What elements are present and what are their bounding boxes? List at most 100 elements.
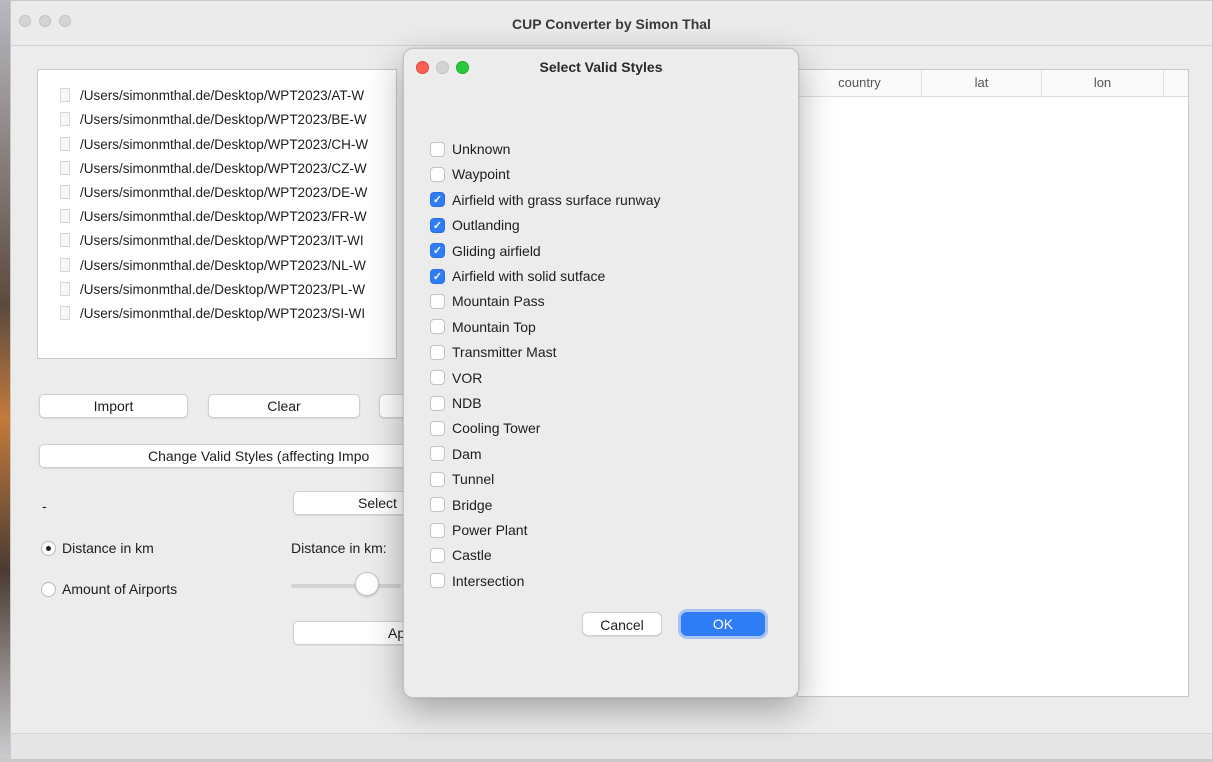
style-option-label: Transmitter Mast [452, 344, 557, 361]
style-option[interactable]: Tunnel [430, 468, 494, 490]
checkbox[interactable] [430, 547, 445, 563]
distance-slider-thumb[interactable] [355, 572, 379, 596]
file-path: /Users/simonmthal.de/Desktop/WPT2023/PL-… [80, 281, 366, 297]
document-icon [60, 161, 70, 175]
style-option-label: Tunnel [452, 471, 495, 488]
checkbox[interactable] [430, 293, 445, 309]
style-option[interactable]: Intersection [430, 570, 524, 592]
style-option[interactable]: Mountain Top [430, 316, 536, 338]
checkbox[interactable]: ✓ [430, 192, 445, 208]
distance-slider-track[interactable] [291, 584, 401, 588]
style-option[interactable]: Cooling Tower [430, 417, 540, 439]
checkbox[interactable] [430, 141, 445, 157]
column-header-lon[interactable]: lon [1042, 70, 1164, 96]
column-header-lat[interactable]: lat [922, 70, 1042, 96]
distance-radio-label[interactable]: Distance in km [62, 540, 154, 556]
select-button[interactable]: Select [293, 491, 419, 515]
file-list-item[interactable]: /Users/simonmthal.de/Desktop/WPT2023/SI-… [60, 301, 365, 325]
amount-of-airports-radio[interactable] [41, 582, 56, 597]
style-option[interactable]: Unknown [430, 138, 510, 160]
file-list-item[interactable]: /Users/simonmthal.de/Desktop/WPT2023/DE-… [60, 180, 367, 204]
style-option[interactable]: ✓ Gliding airfield [430, 240, 541, 262]
style-option[interactable]: Mountain Pass [430, 290, 545, 312]
change-valid-styles-button[interactable]: Change Valid Styles (affecting Impo [39, 444, 419, 468]
style-option-label: Mountain Top [452, 318, 536, 335]
style-option[interactable]: Waypoint [430, 163, 510, 185]
style-option-label: Airfield with solid sutface [452, 268, 606, 284]
column-header-country[interactable]: country [798, 70, 922, 96]
window-titlebar: CUP Converter by Simon Thal [11, 1, 1212, 46]
ok-button[interactable]: OK [681, 612, 765, 636]
style-option-label: Outlanding [452, 217, 520, 234]
checkbox[interactable] [430, 446, 445, 462]
results-table[interactable]: country lat lon [797, 69, 1189, 697]
file-path: /Users/simonmthal.de/Desktop/WPT2023/AT-… [80, 87, 365, 103]
cancel-button[interactable]: Cancel [582, 612, 662, 636]
document-icon [60, 209, 70, 223]
apply-button[interactable]: Ap [293, 621, 419, 645]
checkbox[interactable]: ✓ [430, 243, 445, 259]
style-option[interactable]: ✓ Outlanding [430, 214, 520, 236]
style-option[interactable]: Dam [430, 443, 482, 465]
distance-radio[interactable] [41, 541, 56, 556]
file-list-item[interactable]: /Users/simonmthal.de/Desktop/WPT2023/AT-… [60, 83, 364, 107]
style-option-label: Waypoint [452, 166, 510, 183]
style-option-label: Intersection [452, 572, 525, 589]
checkbox[interactable] [430, 370, 445, 386]
dialog-title: Select Valid Styles [539, 59, 663, 75]
checkbox[interactable] [430, 522, 445, 538]
style-option[interactable]: Bridge [430, 494, 492, 516]
style-option-label: Dam [452, 445, 482, 462]
file-path: /Users/simonmthal.de/Desktop/WPT2023/FR-… [80, 208, 367, 224]
style-option[interactable]: ✓ Airfield with grass surface runway [430, 189, 661, 211]
checkbox[interactable]: ✓ [430, 268, 445, 284]
desktop-background [0, 0, 10, 762]
checkbox[interactable] [430, 344, 445, 360]
file-path: /Users/simonmthal.de/Desktop/WPT2023/IT-… [80, 232, 364, 248]
checkbox[interactable] [430, 420, 445, 436]
document-icon [60, 233, 70, 247]
checkbox[interactable] [430, 395, 445, 411]
file-list-item[interactable]: /Users/simonmthal.de/Desktop/WPT2023/FR-… [60, 204, 367, 228]
checkbox[interactable] [430, 573, 445, 589]
style-option-label: Power Plant [452, 522, 528, 538]
style-option-label: Unknown [452, 141, 511, 157]
checkmark-icon: ✓ [432, 219, 443, 232]
file-list-item[interactable]: /Users/simonmthal.de/Desktop/WPT2023/BE-… [60, 107, 367, 131]
file-list-item[interactable]: /Users/simonmthal.de/Desktop/WPT2023/CH-… [60, 132, 368, 156]
document-icon [60, 137, 70, 151]
checkbox[interactable] [430, 471, 445, 487]
document-icon [60, 88, 70, 102]
import-button[interactable]: Import [39, 394, 188, 418]
amount-of-airports-label[interactable]: Amount of Airports [62, 581, 177, 597]
file-list-item[interactable]: /Users/simonmthal.de/Desktop/WPT2023/PL-… [60, 277, 365, 301]
style-option-label: Gliding airfield [452, 242, 541, 259]
style-option[interactable]: NDB [430, 392, 482, 414]
file-list-item[interactable]: /Users/simonmthal.de/Desktop/WPT2023/IT-… [60, 228, 364, 252]
style-option-label: VOR [452, 369, 483, 386]
style-option-label: Cooling Tower [452, 420, 541, 437]
style-option-label: Castle [452, 547, 492, 564]
style-option[interactable]: Transmitter Mast [430, 341, 557, 363]
checkmark-icon: ✓ [432, 194, 443, 207]
file-list[interactable]: /Users/simonmthal.de/Desktop/WPT2023/AT-… [37, 69, 397, 359]
file-list-item[interactable]: /Users/simonmthal.de/Desktop/WPT2023/CZ-… [60, 156, 367, 180]
clear-button[interactable]: Clear [208, 394, 360, 418]
checkbox[interactable]: ✓ [430, 217, 445, 233]
file-path: /Users/simonmthal.de/Desktop/WPT2023/CZ-… [80, 160, 367, 176]
file-list-item[interactable]: /Users/simonmthal.de/Desktop/WPT2023/NL-… [60, 253, 366, 277]
style-option-label: Bridge [452, 496, 493, 513]
style-option[interactable]: ✓ Airfield with solid sutface [430, 265, 605, 287]
status-bar [11, 733, 1212, 759]
style-option[interactable]: Power Plant [430, 519, 527, 541]
style-option[interactable]: VOR [430, 367, 482, 389]
style-option-label: NDB [452, 395, 482, 411]
style-option[interactable]: Castle [430, 544, 492, 566]
checkbox[interactable] [430, 319, 445, 335]
checkbox[interactable] [430, 166, 445, 182]
document-icon [60, 282, 70, 296]
document-icon [60, 258, 70, 272]
checkbox[interactable] [430, 497, 445, 513]
select-styles-dialog: Select Valid Styles Unknown Waypoint ✓ Airf… [403, 48, 799, 698]
document-icon [60, 306, 70, 320]
